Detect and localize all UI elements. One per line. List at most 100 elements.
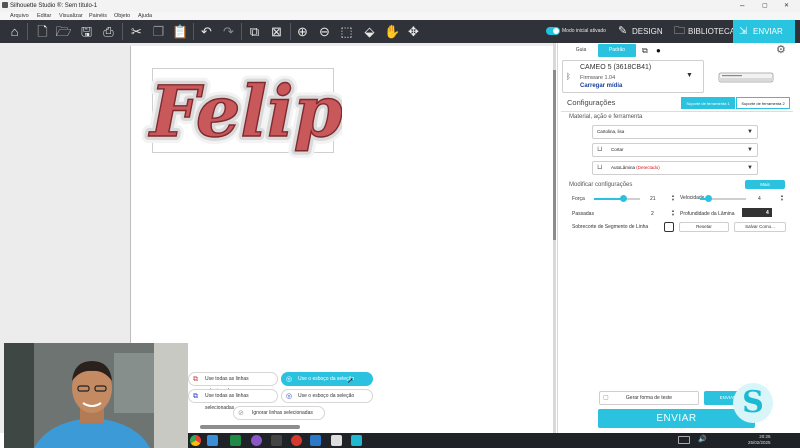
menu-ajuda[interactable]: Ajuda xyxy=(138,13,152,19)
chevron-down-icon: ▼ xyxy=(747,165,753,171)
home-icon[interactable]: ⌂ xyxy=(6,23,23,40)
overcut-checkbox[interactable] xyxy=(664,222,674,232)
new-document-icon[interactable]: 🗋 xyxy=(34,23,51,40)
option-ignore-lines[interactable]: ⊘ Ignorar linhas selecionadas xyxy=(233,406,325,420)
reset-button[interactable]: Resetar xyxy=(679,222,729,232)
zoom-selection-icon[interactable]: ⬚ xyxy=(338,23,355,40)
tab-send[interactable]: ⇲ ENVIAR xyxy=(733,20,795,43)
save-icon[interactable]: 🖫 xyxy=(78,23,95,40)
overcut-label: Sobrecorte de Segmento de Linha xyxy=(572,224,649,230)
app-blue-icon[interactable] xyxy=(310,435,321,446)
option-use-all-lines[interactable]: ⧉Use todas as linhas selecionadas xyxy=(188,372,278,394)
option-use-selection-outline[interactable]: ◎ Use o esboço da seleção xyxy=(281,372,373,386)
speed-slider-knob[interactable] xyxy=(705,195,712,202)
print-icon[interactable]: ⎙ xyxy=(100,23,117,40)
tool-value: AutoLâmina xyxy=(611,165,636,170)
window-title: Silhouette Studio ®: Sem título-1 xyxy=(10,3,98,9)
group-icon[interactable]: ⧉ xyxy=(246,23,263,40)
passes-value[interactable]: 2 xyxy=(651,211,654,217)
test-cut-button[interactable]: Gerar forma de teste xyxy=(599,391,699,405)
move-icon[interactable]: ✥ xyxy=(405,23,422,40)
cut-icon[interactable]: ✂ xyxy=(128,23,145,40)
open-folder-icon[interactable]: 🗁 xyxy=(55,23,72,40)
volume-icon[interactable]: 🔊 xyxy=(698,435,707,443)
option-label: Use o esboço da seleção xyxy=(298,393,355,399)
menu-visualizar[interactable]: Visualizar xyxy=(59,13,83,19)
tab-standard[interactable]: Padrão xyxy=(598,44,636,57)
app-icon xyxy=(2,2,8,8)
ungroup-icon[interactable]: ⊠ xyxy=(268,23,285,40)
toolbar-divider xyxy=(241,23,242,40)
outline-icon: ◎ xyxy=(286,393,293,400)
menu-paineis[interactable]: Painéis xyxy=(89,13,107,19)
undo-icon[interactable]: ↶ xyxy=(198,23,215,40)
option-use-selection-outline-blue[interactable]: ◎ Use o esboço da seleção xyxy=(281,389,373,403)
chevron-down-icon[interactable]: ▼ xyxy=(686,72,693,79)
maximize-button[interactable]: ▢ xyxy=(762,2,768,9)
ignore-icon: ⊘ xyxy=(238,410,244,417)
line-mode-icon[interactable]: ⧉ xyxy=(642,46,648,56)
excel-icon[interactable] xyxy=(230,435,241,446)
pan-hand-icon[interactable]: ✋ xyxy=(384,23,401,40)
save-as-button[interactable]: Salvar Como... xyxy=(734,222,786,232)
felipe-text: Felipe xyxy=(148,70,342,153)
toolbar-divider xyxy=(27,23,28,40)
paste-icon[interactable]: 📋 xyxy=(172,23,189,40)
redo-icon[interactable]: ↷ xyxy=(220,23,237,40)
menu-editar[interactable]: Editar xyxy=(37,13,51,19)
tab-design[interactable]: ✎ DESIGN xyxy=(618,23,663,40)
chrome-icon[interactable] xyxy=(190,435,201,446)
startup-mode-toggle[interactable] xyxy=(546,27,560,35)
passes-stepper[interactable]: ▲ ▼ xyxy=(671,209,675,217)
cutting-machine-image xyxy=(718,72,774,83)
tool-dropdown[interactable]: ⊔ AutoLâmina (Detectado) ▼ xyxy=(592,161,758,175)
load-media-link[interactable]: Carregar mídia xyxy=(580,83,622,89)
force-slider-fill xyxy=(594,198,623,200)
speed-value[interactable]: 4 xyxy=(758,196,761,202)
more-button[interactable]: Mais xyxy=(745,180,785,189)
outline-icon: ◎ xyxy=(286,376,293,383)
option-use-all-lines-blue[interactable]: ⧉ Use todas as linhas selecionadas xyxy=(188,389,278,411)
tab-tool-holder-2[interactable]: Suporte de ferramenta 2 xyxy=(736,97,790,109)
blade-depth-value[interactable]: 4 xyxy=(766,210,769,216)
app-red-icon[interactable] xyxy=(291,435,302,446)
force-value[interactable]: 21 xyxy=(650,196,656,202)
horizontal-scrollbar-thumb[interactable] xyxy=(200,425,300,429)
app-gray-icon[interactable] xyxy=(271,435,282,446)
send-button[interactable]: ENVIAR xyxy=(598,409,755,428)
app-purple-icon[interactable] xyxy=(251,435,262,446)
action-dropdown[interactable]: ⊔ Cortar ▼ xyxy=(592,143,758,157)
keyboard-icon[interactable] xyxy=(678,436,690,444)
menu-arquivo[interactable]: Arquivo xyxy=(10,13,29,19)
tray-clock[interactable]: 20:25 25/02/2025 xyxy=(748,434,771,446)
minimize-button[interactable]: – xyxy=(740,1,744,10)
settings-gear-icon[interactable]: ⚙ xyxy=(776,43,786,56)
material-dropdown[interactable]: Cartolina, lisa ▼ xyxy=(592,125,758,139)
tab-send-label: ENVIAR xyxy=(753,27,783,36)
speed-stepper[interactable]: ▲ ▼ xyxy=(780,194,784,202)
close-button[interactable]: ✕ xyxy=(784,2,789,9)
material-section-title: Material, ação e ferramenta xyxy=(569,114,643,120)
silhouette-studio-window: Silhouette Studio ®: Sem título-1 – ▢ ✕ … xyxy=(0,0,800,448)
silhouette-taskbar-icon[interactable] xyxy=(351,435,362,446)
tab-library[interactable]: 🗀 BIBLIOTECA xyxy=(674,23,735,40)
menu-objeto[interactable]: Objeto xyxy=(114,13,130,19)
fit-to-page-icon[interactable]: ⬙ xyxy=(361,23,378,40)
cut-action-icon: ⊔ xyxy=(597,146,603,153)
design-icon: ✎ xyxy=(618,25,628,38)
copy-icon[interactable]: ❐ xyxy=(150,23,167,40)
zoom-in-icon[interactable]: ⊕ xyxy=(294,23,311,40)
force-slider-knob[interactable] xyxy=(620,195,627,202)
test-shape-icon: ▢ xyxy=(603,395,609,401)
force-stepper[interactable]: ▲ ▼ xyxy=(671,194,675,202)
felipe-design[interactable]: Felipe Felipe Felipe xyxy=(142,58,342,162)
startup-mode-label: Modo inicial ativado xyxy=(562,28,606,34)
vertical-scrollbar-thumb[interactable] xyxy=(553,70,556,240)
tab-guide[interactable]: Guia xyxy=(568,44,594,57)
silhouette-logo: S xyxy=(733,383,773,423)
tab-tool-holder-1[interactable]: Suporte de ferramenta 1 xyxy=(681,97,735,109)
zoom-out-icon[interactable]: ⊖ xyxy=(316,23,333,40)
explorer-icon[interactable] xyxy=(207,435,218,446)
fill-mode-icon[interactable]: ● xyxy=(656,46,661,55)
app-light-icon[interactable] xyxy=(331,435,342,446)
